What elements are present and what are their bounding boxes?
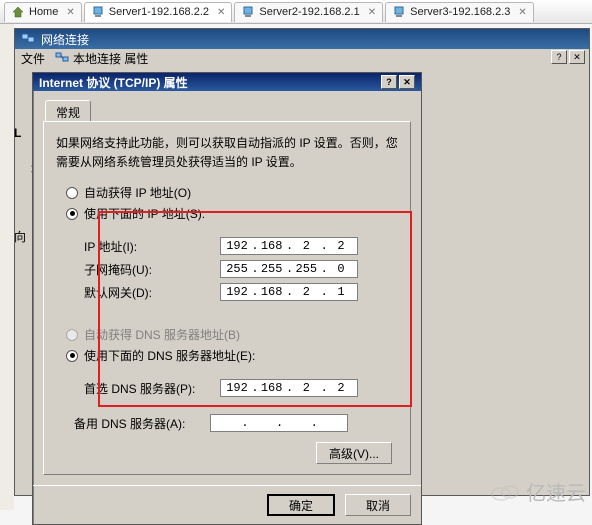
- close-icon[interactable]: ✕: [217, 7, 225, 18]
- radio-static-dns[interactable]: 使用下面的 DNS 服务器地址(E):: [66, 347, 398, 364]
- server-icon: [392, 5, 406, 19]
- close-icon[interactable]: ✕: [368, 7, 376, 18]
- watermark: 亿速云: [490, 477, 586, 506]
- ok-button[interactable]: 确定: [267, 494, 335, 516]
- tcpip-properties-dialog: Internet 协议 (TCP/IP) 属性 ? ✕ 常规 如果网络支持此功能…: [32, 72, 422, 525]
- close-button[interactable]: ✕: [569, 50, 585, 64]
- home-icon: [11, 5, 25, 19]
- help-button[interactable]: ?: [381, 75, 397, 89]
- side-letter: L: [14, 126, 21, 140]
- label-alternate-dns: 备用 DNS 服务器(A):: [74, 415, 210, 432]
- menubar: 文件 本地连接 属性 ? ✕: [15, 49, 589, 67]
- window-title: 网络连接: [41, 31, 89, 48]
- cloud-icon: [490, 482, 520, 502]
- tab-home-label: Home: [29, 6, 58, 18]
- alternate-dns-input[interactable]: . . .: [210, 414, 348, 432]
- tab-server3[interactable]: Server3-192.168.2.3 ✕: [385, 2, 534, 22]
- help-button[interactable]: ?: [551, 50, 567, 64]
- default-gateway-input[interactable]: 192. 168. 2. 1: [220, 283, 358, 301]
- dialog-description: 如果网络支持此功能，则可以获取自动指派的 IP 设置。否则，您需要从网络系统管理…: [56, 134, 398, 172]
- tab-server2-label: Server2-192.168.2.1: [259, 6, 359, 18]
- close-icon[interactable]: ✕: [66, 7, 74, 18]
- tab-home[interactable]: Home ✕: [4, 2, 82, 22]
- browser-tabstrip: Home ✕ Server1-192.168.2.2 ✕ Server2-192…: [0, 0, 592, 24]
- label-default-gateway: 默认网关(D):: [84, 284, 220, 301]
- connection-icon: [55, 51, 69, 66]
- dialog-titlebar[interactable]: Internet 协议 (TCP/IP) 属性 ? ✕: [33, 73, 421, 91]
- radio-icon: [66, 208, 78, 220]
- radio-auto-ip[interactable]: 自动获得 IP 地址(O): [66, 184, 398, 201]
- radio-static-ip[interactable]: 使用下面的 IP 地址(S):: [66, 205, 398, 222]
- tab-server2[interactable]: Server2-192.168.2.1 ✕: [234, 2, 383, 22]
- label-ip-address: IP 地址(I):: [84, 238, 220, 255]
- menu-file[interactable]: 文件: [21, 50, 45, 67]
- radio-icon: [66, 187, 78, 199]
- preferred-dns-input[interactable]: 192. 168. 2. 2: [220, 379, 358, 397]
- tab-server1-label: Server1-192.168.2.2: [109, 6, 209, 18]
- radio-icon: [66, 350, 78, 362]
- network-icon: [21, 31, 35, 48]
- server-icon: [91, 5, 105, 19]
- radio-auto-dns: 自动获得 DNS 服务器地址(B): [66, 326, 398, 343]
- advanced-button[interactable]: 高级(V)...: [316, 442, 392, 464]
- label-subnet-mask: 子网掩码(U):: [84, 261, 220, 278]
- tab-server1[interactable]: Server1-192.168.2.2 ✕: [84, 2, 233, 22]
- dialog-title: Internet 协议 (TCP/IP) 属性: [39, 74, 188, 91]
- tab-server3-label: Server3-192.168.2.3: [410, 6, 510, 18]
- cancel-button[interactable]: 取消: [345, 494, 411, 516]
- inner-window-title: 本地连接 属性: [73, 50, 148, 67]
- close-button[interactable]: ✕: [399, 75, 415, 89]
- label-preferred-dns: 首选 DNS 服务器(P):: [84, 380, 220, 397]
- subnet-mask-input[interactable]: 255. 255. 255. 0: [220, 260, 358, 278]
- ip-address-input[interactable]: 192. 168. 2. 2: [220, 237, 358, 255]
- radio-icon: [66, 329, 78, 341]
- side-arrow: 向: [14, 228, 26, 245]
- close-icon[interactable]: ✕: [518, 7, 526, 18]
- window-titlebar[interactable]: 网络连接: [15, 29, 589, 49]
- tab-general[interactable]: 常规: [45, 100, 91, 122]
- server-icon: [241, 5, 255, 19]
